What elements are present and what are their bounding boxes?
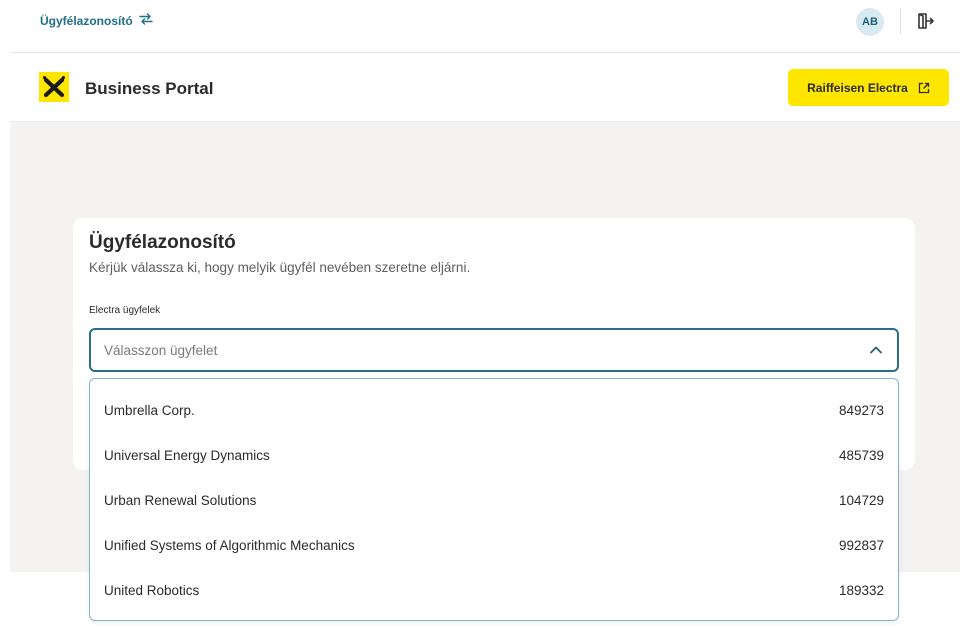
external-link-icon [918, 82, 930, 93]
client-switch-link[interactable]: Ügyfélazonosító [40, 13, 153, 28]
user-avatar[interactable]: AB [856, 8, 884, 36]
field-label: Electra ügyfelek [89, 305, 161, 316]
electra-button-label[interactable]: Raiffeisen Electra [807, 81, 908, 95]
raiffeisen-logo-icon[interactable] [39, 72, 69, 102]
option-id[interactable]: 485739 [839, 448, 884, 463]
dropdown-option[interactable]: Umbrella Corp. 849273 [90, 388, 898, 433]
select-placeholder[interactable]: Válasszon ügyfelet [104, 343, 217, 358]
client-select[interactable]: Válasszon ügyfelet [89, 328, 899, 372]
topbar-divider [900, 8, 901, 34]
dropdown-option[interactable]: Universal Energy Dynamics 485739 [90, 433, 898, 478]
app-header: Business Portal Raiffeisen Electra [10, 53, 960, 122]
dropdown-option[interactable]: Unified Systems of Algorithmic Mechanics… [90, 523, 898, 568]
option-id[interactable]: 104729 [839, 493, 884, 508]
option-id[interactable]: 189332 [839, 583, 884, 598]
chevron-up-icon[interactable] [869, 343, 883, 357]
option-name[interactable]: United Robotics [104, 583, 199, 598]
option-name[interactable]: Unified Systems of Algorithmic Mechanics [104, 538, 355, 553]
card-subtitle: Kérjük válassza ki, hogy melyik ügyfél n… [89, 260, 471, 275]
option-name[interactable]: Universal Energy Dynamics [104, 448, 270, 463]
option-name[interactable]: Urban Renewal Solutions [104, 493, 256, 508]
client-dropdown-list: Umbrella Corp. 849273 Universal Energy D… [89, 378, 899, 621]
option-id[interactable]: 849273 [839, 403, 884, 418]
logout-door-icon [918, 13, 934, 29]
dropdown-option[interactable]: Urban Renewal Solutions 104729 [90, 478, 898, 523]
brand-title: Business Portal [85, 79, 214, 98]
raiffeisen-electra-button[interactable]: Raiffeisen Electra [788, 69, 949, 106]
option-name[interactable]: Umbrella Corp. [104, 403, 195, 418]
dropdown-option[interactable]: United Robotics 189332 [90, 568, 898, 613]
option-id[interactable]: 992837 [839, 538, 884, 553]
card-title: Ügyfélazonosító [89, 232, 236, 253]
logout-button[interactable] [914, 10, 936, 32]
client-switch-label[interactable]: Ügyfélazonosító [40, 14, 133, 28]
swap-arrows-icon[interactable] [138, 13, 153, 28]
